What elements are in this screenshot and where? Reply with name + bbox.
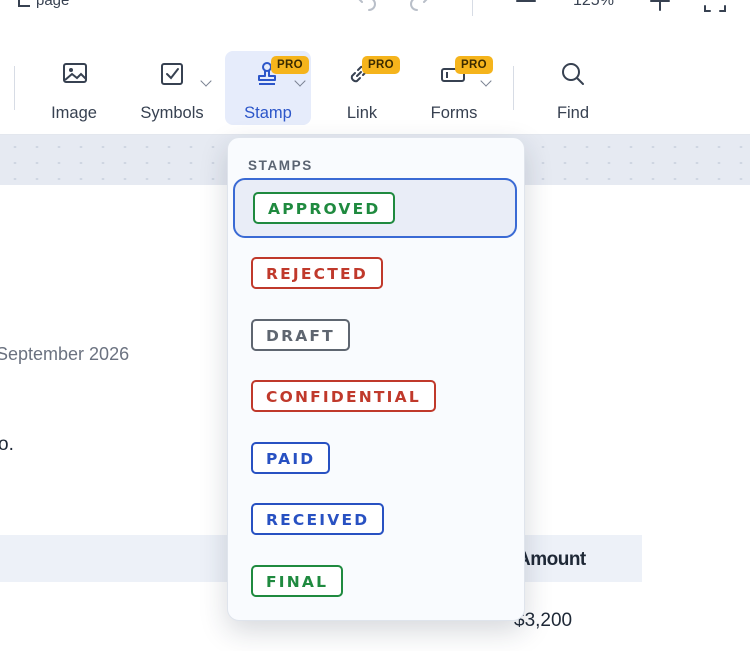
- redo-icon[interactable]: [406, 0, 432, 12]
- stamp-chevron-down-icon[interactable]: [294, 75, 306, 87]
- stamp-label: RECEIVED: [251, 503, 385, 535]
- zoom-level: 125%: [573, 0, 614, 9]
- stamp-option-confidential[interactable]: CONFIDENTIAL: [233, 366, 517, 426]
- undo-icon[interactable]: [354, 0, 380, 12]
- symbols-tool-label: Symbols: [140, 104, 204, 122]
- stamp-label: APPROVED: [253, 192, 396, 224]
- stamp-label: REJECTED: [251, 257, 383, 289]
- forms-pro-badge: PRO: [455, 56, 493, 74]
- symbols-tool-button[interactable]: Symbols: [130, 51, 214, 125]
- find-tool-label: Find: [556, 104, 590, 122]
- image-tool-button[interactable]: Image: [38, 51, 110, 125]
- forms-chevron-down-icon[interactable]: [480, 75, 492, 87]
- fullscreen-icon[interactable]: [702, 0, 728, 12]
- forms-tool-label: Forms: [430, 104, 478, 122]
- zoom-out-icon[interactable]: [513, 0, 539, 12]
- stamp-option-approved[interactable]: APPROVED: [233, 178, 517, 238]
- search-icon: [562, 63, 584, 85]
- stamp-label: FINAL: [251, 565, 344, 597]
- stamp-option-received[interactable]: RECEIVED: [233, 489, 517, 549]
- document-body-text: o.: [0, 434, 14, 455]
- page-label-text: page: [36, 0, 70, 9]
- stamp-label: PAID: [251, 442, 331, 474]
- table-header-amount: Amount: [517, 549, 586, 570]
- stamp-menu-title: STAMPS: [248, 158, 313, 173]
- image-icon: [63, 63, 87, 83]
- topbar-divider: [472, 0, 473, 16]
- stamp-option-final[interactable]: FINAL: [233, 551, 517, 611]
- stamp-option-draft[interactable]: DRAFT: [233, 305, 517, 365]
- page-label[interactable]: page: [18, 0, 69, 9]
- link-tool-label: Link: [346, 104, 378, 122]
- zoom-in-icon[interactable]: [647, 0, 673, 12]
- stamp-tool-label: Stamp: [244, 104, 292, 122]
- symbols-chevron-down-icon[interactable]: [200, 75, 212, 87]
- page-icon: [18, 0, 30, 8]
- stamp-tool-button[interactable]: PRO Stamp: [225, 51, 311, 125]
- stamp-option-paid[interactable]: PAID: [233, 428, 517, 488]
- stamp-label: DRAFT: [251, 319, 350, 351]
- toolbar-divider-left: [14, 66, 15, 110]
- checkbox-icon: [161, 63, 183, 85]
- document-date-text: September 2026: [0, 344, 130, 364]
- toolbar-divider-right: [513, 66, 514, 110]
- stamp-pro-badge: PRO: [271, 56, 309, 74]
- image-tool-label: Image: [51, 104, 97, 122]
- stamp-label: CONFIDENTIAL: [251, 380, 436, 412]
- insert-toolbar: Image Symbols PRO Stamp PRO Link PRO For…: [0, 42, 750, 135]
- stamp-option-rejected[interactable]: REJECTED: [233, 243, 517, 303]
- top-bar: page 125%: [0, 0, 750, 43]
- find-tool-button[interactable]: Find: [537, 51, 609, 125]
- stamp-dropdown-menu: STAMPS APPROVED REJECTED DRAFT CONFIDENT…: [227, 137, 525, 621]
- forms-tool-button[interactable]: PRO Forms: [418, 51, 493, 125]
- link-tool-button[interactable]: PRO Link: [326, 51, 400, 125]
- link-pro-badge: PRO: [362, 56, 400, 74]
